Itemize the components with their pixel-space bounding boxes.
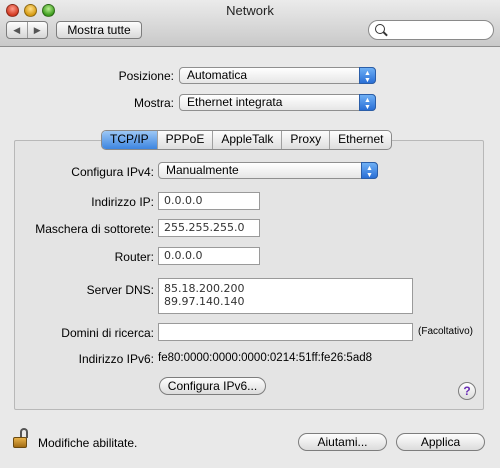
show-value: Ethernet integrata	[187, 95, 283, 109]
ipv6-address-label: Indirizzo IPv6:	[78, 352, 154, 366]
popup-arrows-icon: ▲ ▼	[361, 162, 378, 179]
search-icon	[375, 24, 385, 34]
lock-status-text: Modifiche abilitate.	[38, 436, 138, 450]
configure-ipv4-value: Manualmente	[166, 163, 239, 177]
router-label: Router:	[114, 250, 154, 264]
apply-button[interactable]: Applica	[396, 433, 485, 451]
popup-arrows-icon: ▲ ▼	[359, 67, 376, 84]
configure-ipv6-button[interactable]: Configura IPv6...	[159, 377, 266, 395]
network-preferences-window: Network ◀ ▶ Mostra tutte Posizione: Auto…	[0, 0, 500, 468]
configure-ipv4-popup[interactable]: Manualmente ▲ ▼	[158, 162, 378, 179]
dns-server-entry: 89.97.140.140	[164, 295, 245, 308]
ipv6-address-value: fe80:0000:0000:0000:0214:51ff:fe26:5ad8	[158, 352, 373, 364]
window-title: Network	[226, 3, 274, 18]
lock-icon[interactable]	[13, 428, 29, 450]
tab-pppoe[interactable]: PPPoE	[156, 131, 213, 149]
subnet-mask-label: Maschera di sottorete:	[35, 222, 154, 236]
dns-servers-field[interactable]: 85.18.200.200 89.97.140.140	[158, 278, 413, 314]
tab-panel	[14, 140, 484, 410]
ip-address-label: Indirizzo IP:	[91, 195, 154, 209]
ip-address-field[interactable]: 0.0.0.0	[158, 192, 260, 210]
search-domains-field[interactable]	[158, 323, 413, 341]
title-bar: Network ◀ ▶ Mostra tutte	[0, 0, 500, 47]
show-all-button[interactable]: Mostra tutte	[56, 21, 142, 39]
assist-me-button[interactable]: Aiutami...	[298, 433, 387, 451]
location-popup[interactable]: Automatica ▲ ▼	[179, 67, 376, 84]
search-input[interactable]	[389, 23, 491, 39]
search-domains-label: Domini di ricerca:	[61, 326, 154, 340]
tab-ethernet[interactable]: Ethernet	[329, 131, 391, 149]
back-forward-control: ◀ ▶	[6, 21, 48, 39]
show-popup[interactable]: Ethernet integrata ▲ ▼	[179, 94, 376, 111]
search-field[interactable]	[368, 20, 494, 40]
forward-arrow-icon: ▶	[33, 24, 41, 35]
subnet-mask-field[interactable]: 255.255.255.0	[158, 219, 260, 237]
back-arrow-icon: ◀	[13, 24, 21, 35]
tab-tcpip[interactable]: TCP/IP	[102, 131, 157, 149]
tab-appletalk[interactable]: AppleTalk	[212, 131, 281, 149]
dns-servers-label: Server DNS:	[86, 283, 154, 297]
tab-proxy[interactable]: Proxy	[281, 131, 329, 149]
optional-label: (Facoltativo)	[418, 326, 474, 337]
router-field[interactable]: 0.0.0.0	[158, 247, 260, 265]
popup-arrows-icon: ▲ ▼	[359, 94, 376, 111]
help-icon[interactable]: ?	[458, 382, 476, 400]
location-label: Posizione:	[118, 69, 174, 83]
dns-server-entry: 85.18.200.200	[164, 282, 245, 295]
configure-ipv4-label: Configura IPv4:	[71, 165, 154, 179]
location-value: Automatica	[187, 68, 248, 82]
back-button[interactable]: ◀	[7, 22, 27, 38]
forward-button[interactable]: ▶	[26, 22, 48, 38]
lock-body	[13, 437, 27, 448]
tab-bar: TCP/IP PPPoE AppleTalk Proxy Ethernet	[101, 130, 393, 150]
show-label: Mostra:	[133, 96, 174, 110]
